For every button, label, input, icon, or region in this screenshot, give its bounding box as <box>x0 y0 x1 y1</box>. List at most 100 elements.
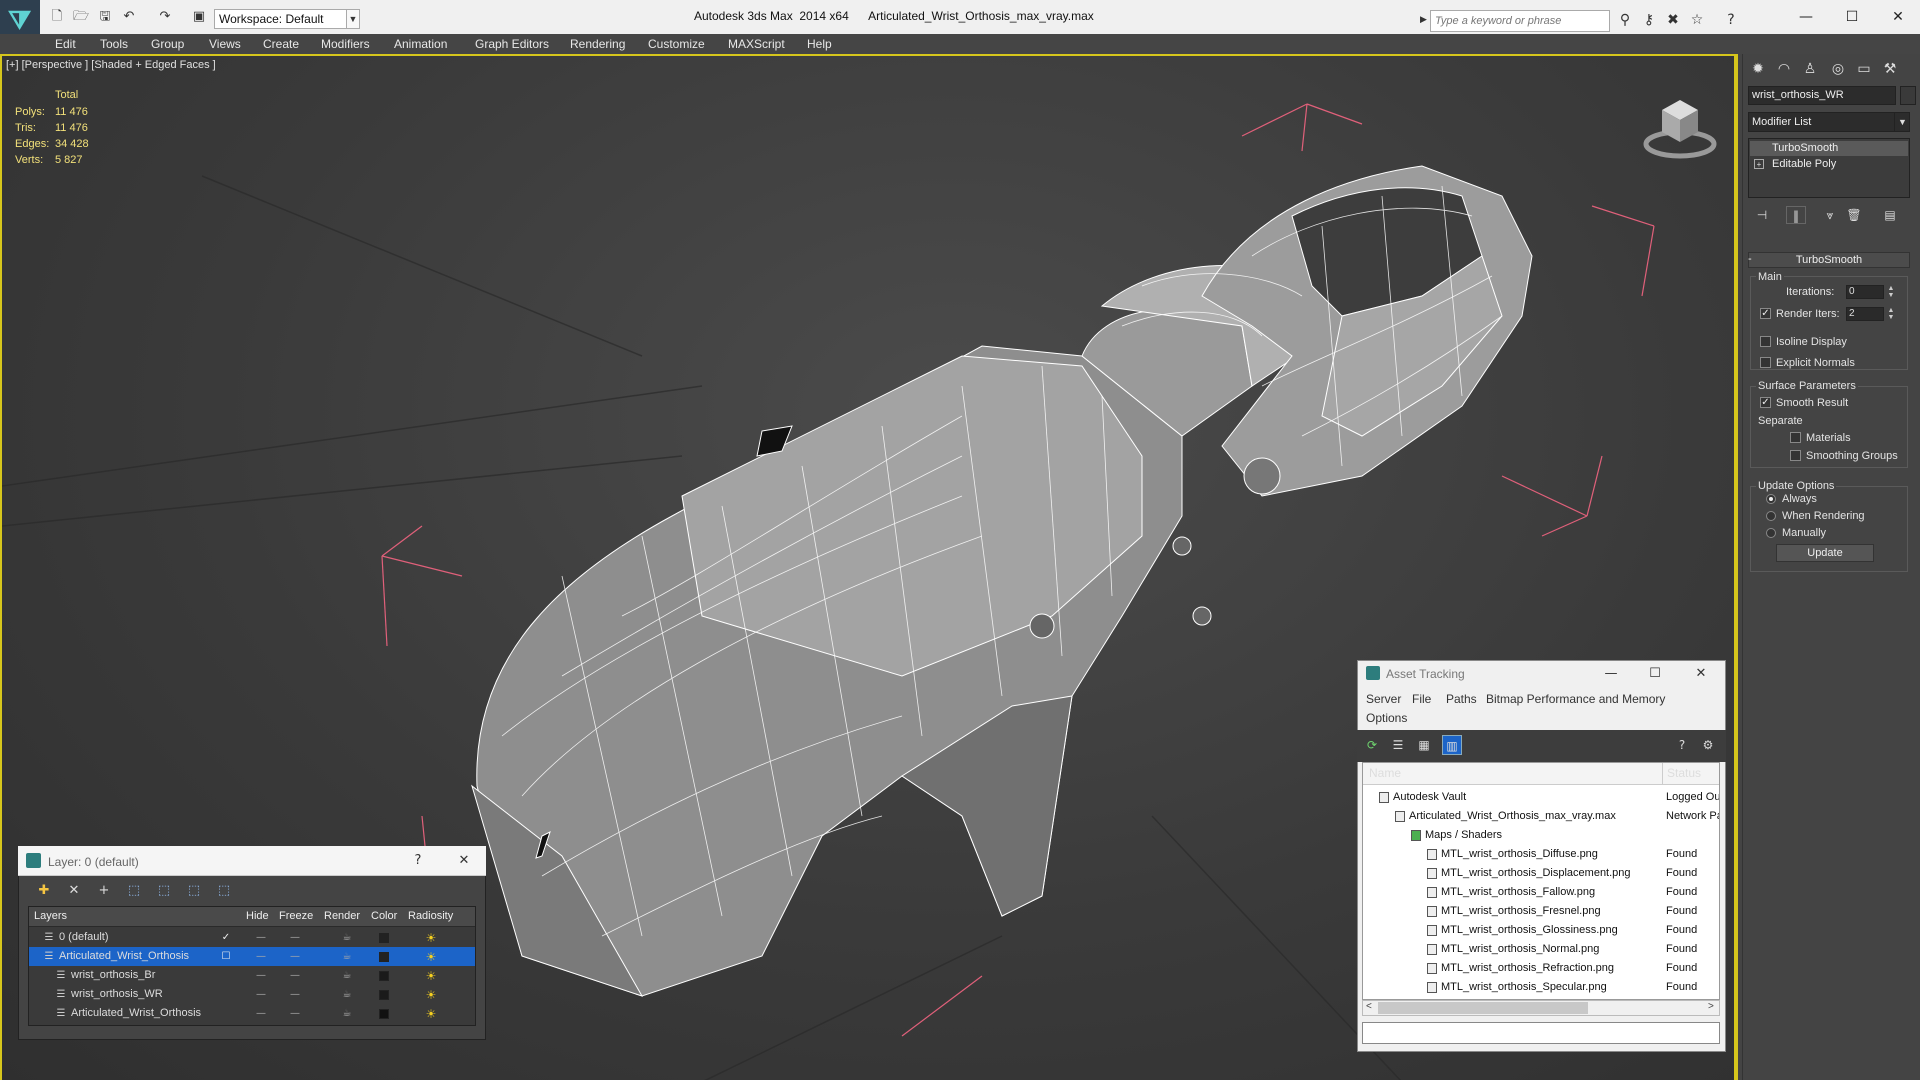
add-to-layer-icon[interactable]: + <box>94 881 114 901</box>
smooth-result-checkbox[interactable]: ✓ <box>1760 397 1771 408</box>
radiosity-icon[interactable]: ☀ <box>422 929 440 948</box>
utilities-tab-icon[interactable]: ⚒ <box>1878 58 1902 80</box>
freeze-toggle-icon[interactable]: — <box>285 947 305 966</box>
asset-menu-paths[interactable]: Paths <box>1446 692 1477 706</box>
list-view-icon[interactable]: ☰ <box>1388 735 1408 755</box>
settings-icon[interactable]: ⚙ <box>1698 735 1718 755</box>
menu-customize[interactable]: Customize <box>648 34 705 54</box>
isoline-display-checkbox[interactable] <box>1760 336 1771 347</box>
create-layer-icon[interactable]: ✚ <box>34 881 54 901</box>
asset-path-field[interactable] <box>1362 1022 1720 1044</box>
chevron-down-icon[interactable]: ▼ <box>1894 112 1910 132</box>
menu-rendering[interactable]: Rendering <box>570 34 625 54</box>
hide-toggle-icon[interactable]: — <box>251 1004 271 1023</box>
render-toggle-icon[interactable]: ☕ <box>337 947 357 966</box>
menu-help[interactable]: Help <box>807 34 832 54</box>
asset-row[interactable]: Articulated_Wrist_Orthosis_max_vray.max N… <box>1363 807 1719 826</box>
refresh-icon[interactable]: ⟳ <box>1362 735 1382 755</box>
menu-edit[interactable]: Edit <box>55 34 76 54</box>
favorite-star-icon[interactable]: ☆ <box>1688 11 1706 29</box>
layer-color-swatch[interactable] <box>379 933 389 943</box>
col-render[interactable]: Render <box>324 910 360 922</box>
layer-row[interactable]: ☰ Articulated_Wrist_Orthosis ☐ — — ☕ ☀ <box>29 947 475 966</box>
maximize-icon[interactable]: ☐ <box>1640 664 1670 684</box>
object-name-field[interactable]: wrist_orthosis_WR <box>1748 86 1896 105</box>
freeze-toggle-icon[interactable]: — <box>285 966 305 985</box>
layer-help-button[interactable]: ? <box>406 851 430 871</box>
materials-checkbox[interactable] <box>1790 432 1801 443</box>
layer-row[interactable]: ☰ Articulated_Wrist_Orthosis — — ☕ ☀ <box>29 1004 475 1023</box>
project-folder-icon[interactable]: ▣ <box>190 9 208 25</box>
always-radio[interactable] <box>1766 494 1776 504</box>
hide-toggle-icon[interactable]: — <box>251 985 271 1004</box>
search-expand-icon[interactable]: ▶ <box>1420 14 1427 25</box>
layer-color-swatch[interactable] <box>379 990 389 1000</box>
menu-animation[interactable]: Animation <box>394 34 447 54</box>
col-name[interactable]: Name <box>1369 766 1401 780</box>
hide-toggle-icon[interactable]: — <box>251 947 271 966</box>
render-toggle-icon[interactable]: ☕ <box>337 966 357 985</box>
radiosity-icon[interactable]: ☀ <box>422 967 440 986</box>
asset-row[interactable]: MTL_wrist_orthosis_Fresnel.png Found <box>1363 902 1719 921</box>
minimize-icon[interactable]: — <box>1596 664 1626 684</box>
explicit-normals-checkbox[interactable] <box>1760 357 1771 368</box>
undo-icon[interactable]: ↶ <box>120 9 138 25</box>
menu-modifiers[interactable]: Modifiers <box>321 34 370 54</box>
render-iters-spinner[interactable]: 2 <box>1846 307 1884 321</box>
menu-tools[interactable]: Tools <box>100 34 128 54</box>
freeze-toggle-icon[interactable]: — <box>285 928 305 947</box>
asset-row[interactable]: Autodesk Vault Logged Ou <box>1363 788 1719 807</box>
radiosity-icon[interactable]: ☀ <box>422 948 440 967</box>
search-input[interactable]: Type a keyword or phrase <box>1430 10 1610 32</box>
asset-row[interactable]: MTL_wrist_orthosis_Diffuse.png Found <box>1363 845 1719 864</box>
help-icon[interactable]: ? <box>1722 11 1740 29</box>
modifier-list-dropdown[interactable]: Modifier List <box>1748 112 1910 132</box>
scroll-right-icon[interactable]: > <box>1708 1001 1714 1012</box>
asset-menu-server[interactable]: Server <box>1366 692 1401 706</box>
iterations-spinner[interactable]: 0 <box>1846 285 1884 299</box>
maximize-button[interactable]: ☐ <box>1832 6 1872 28</box>
asset-row[interactable]: Maps / Shaders <box>1363 826 1719 845</box>
asset-row[interactable]: MTL_wrist_orthosis_Refraction.png Found <box>1363 959 1719 978</box>
asset-menu-bitmap-performance[interactable]: Bitmap Performance and Memory <box>1486 692 1665 706</box>
current-layer-icon[interactable]: ☐ <box>216 947 236 966</box>
asset-row[interactable]: MTL_wrist_orthosis_Normal.png Found <box>1363 940 1719 959</box>
viewport-label[interactable]: [+] [Perspective ] [Shaded + Edged Faces… <box>6 59 216 71</box>
close-button[interactable]: ✕ <box>1878 6 1918 28</box>
select-objects-icon[interactable]: ⬚ <box>124 881 144 901</box>
radiosity-icon[interactable]: ☀ <box>422 1005 440 1024</box>
col-hide[interactable]: Hide <box>246 910 269 922</box>
layer-row[interactable]: ☰ wrist_orthosis_Br — — ☕ ☀ <box>29 966 475 985</box>
menu-graph-editors[interactable]: Graph Editors <box>475 34 549 54</box>
table-view-icon[interactable]: ▦ <box>1414 735 1434 755</box>
menu-maxscript[interactable]: MAXScript <box>728 34 785 54</box>
asset-menu-file[interactable]: File <box>1412 692 1431 706</box>
remove-modifier-icon[interactable]: 🗑 <box>1844 206 1864 224</box>
col-status[interactable]: Status <box>1667 766 1701 780</box>
current-layer-icon[interactable]: ✓ <box>216 928 236 947</box>
stack-item-turbosmooth[interactable]: TurboSmooth <box>1750 141 1908 156</box>
make-unique-icon[interactable]: ⩔ <box>1820 206 1840 224</box>
close-icon[interactable]: ✕ <box>1686 664 1716 684</box>
modify-tab-icon[interactable]: ◠ <box>1772 58 1796 80</box>
save-file-icon[interactable]: 🖫 <box>96 9 114 25</box>
col-radiosity[interactable]: Radiosity <box>408 910 453 922</box>
help-icon[interactable]: ? <box>1672 735 1692 755</box>
spinner-arrows-icon[interactable]: ▲ ▼ <box>1886 307 1896 321</box>
stack-item-editable-poly[interactable]: Editable Poly <box>1750 157 1908 172</box>
motion-tab-icon[interactable]: ◎ <box>1826 58 1850 80</box>
asset-row[interactable]: MTL_wrist_orthosis_Displacement.png Found <box>1363 864 1719 883</box>
create-tab-icon[interactable]: ✹ <box>1746 58 1770 80</box>
open-file-icon[interactable]: 🗁 <box>72 9 90 25</box>
freeze-toggle-icon[interactable]: — <box>285 1004 305 1023</box>
display-tab-icon[interactable]: ▭ <box>1852 58 1876 80</box>
menu-views[interactable]: Views <box>209 34 241 54</box>
configure-sets-icon[interactable]: ▤ <box>1880 206 1900 224</box>
render-toggle-icon[interactable]: ☕ <box>337 1004 357 1023</box>
hierarchy-tab-icon[interactable]: ♙ <box>1798 58 1822 80</box>
delete-layer-icon[interactable]: ✕ <box>64 881 84 901</box>
scrollbar-thumb[interactable] <box>1378 1002 1588 1014</box>
asset-row[interactable]: MTL_wrist_orthosis_Fallow.png Found <box>1363 883 1719 902</box>
freeze-all-icon[interactable]: ⬚ <box>214 881 234 901</box>
render-iters-checkbox[interactable]: ✓ <box>1760 308 1771 319</box>
